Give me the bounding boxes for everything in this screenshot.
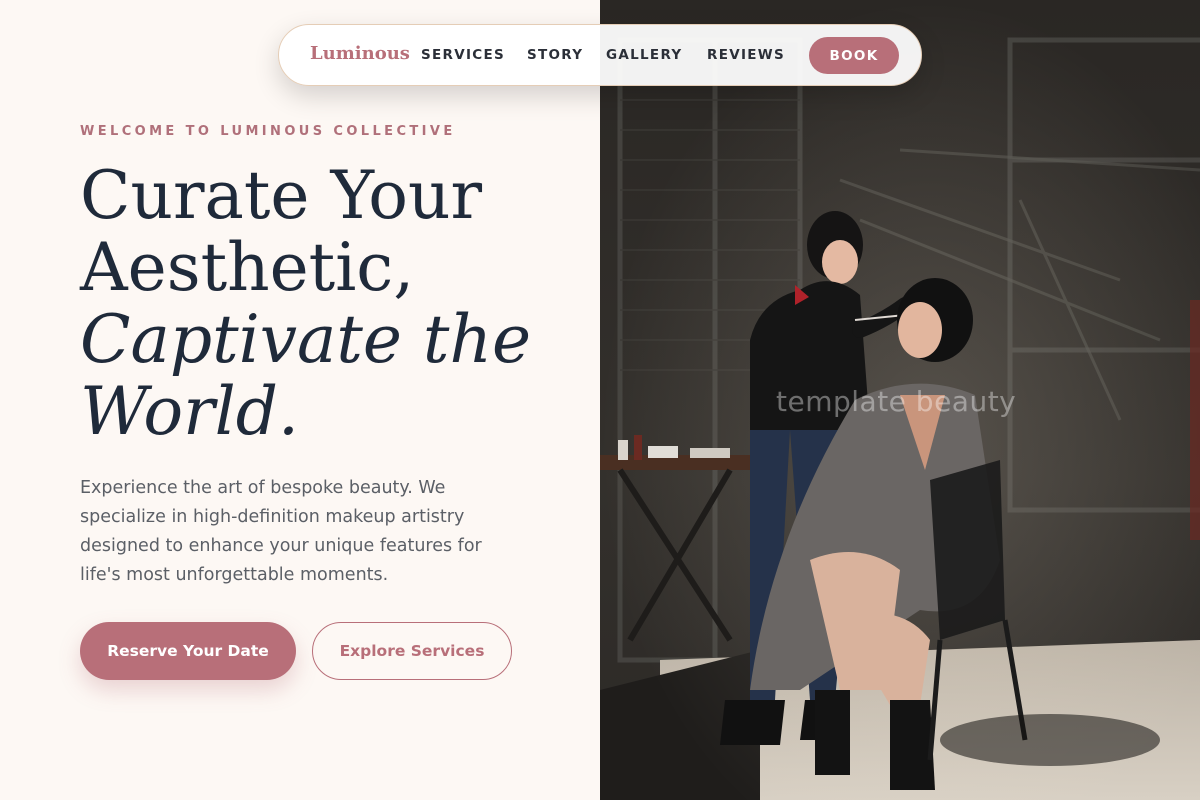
explore-services-button[interactable]: Explore Services [312, 622, 512, 680]
nav-link-services[interactable]: SERVICES [421, 47, 505, 63]
photo-watermark: template beauty [776, 385, 1017, 418]
headline-line-4: World. [80, 373, 299, 450]
nav-link-story[interactable]: STORY [527, 47, 583, 63]
headline-line-2: Aesthetic, [80, 229, 415, 306]
book-button[interactable]: BOOK [809, 37, 899, 74]
headline-line-1: Curate Your [80, 157, 483, 234]
hero-description: Experience the art of bespoke beauty. We… [80, 478, 482, 585]
reserve-date-button[interactable]: Reserve Your Date [80, 622, 296, 680]
top-navbar: Luminous SERVICES STORY GALLERY REVIEWS … [278, 24, 922, 86]
hero-headline: Curate Your Aesthetic, Captivate the Wor… [80, 160, 580, 448]
nav-link-gallery[interactable]: GALLERY [606, 47, 683, 63]
hero-eyebrow: WELCOME TO LUMINOUS COLLECTIVE [80, 124, 456, 139]
brand-logo[interactable]: Luminous [310, 43, 410, 64]
hero-left-panel: WELCOME TO LUMINOUS COLLECTIVE Curate Yo… [0, 0, 600, 800]
headline-line-3: Captivate the [80, 301, 532, 378]
nav-link-reviews[interactable]: REVIEWS [707, 47, 785, 63]
